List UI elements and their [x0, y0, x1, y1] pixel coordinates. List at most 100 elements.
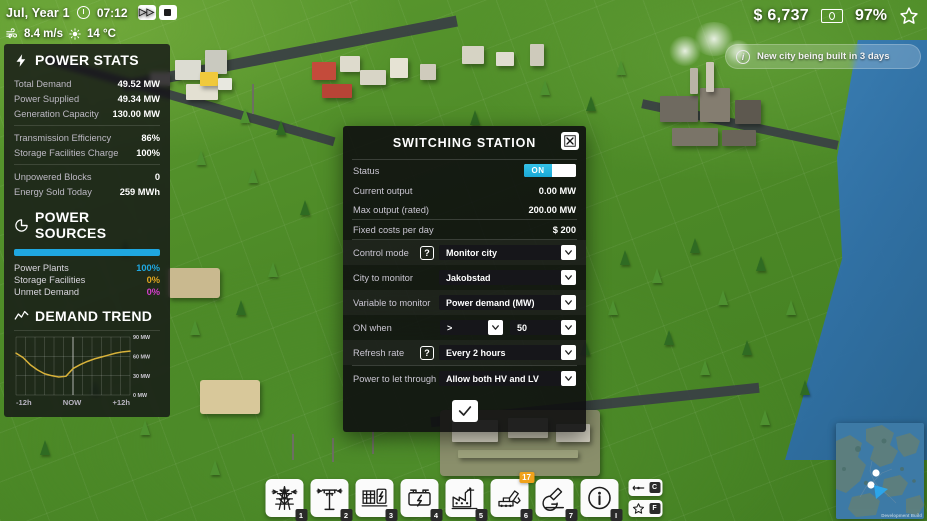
tree: [608, 300, 618, 315]
fast-forward-icon[interactable]: ▷▷: [137, 5, 156, 20]
stop-icon[interactable]: [158, 5, 177, 20]
city-to-monitor-dropdown[interactable]: Jakobstad: [439, 270, 576, 285]
construction-tool[interactable]: 17 6: [490, 472, 534, 521]
help-icon[interactable]: ?: [420, 345, 434, 360]
keybind-badge: 3: [385, 509, 397, 521]
max-output-value: 200.00 MW: [528, 204, 576, 215]
building: [458, 450, 578, 458]
on-when-threshold-field[interactable]: 50: [510, 320, 576, 335]
building: [700, 88, 730, 122]
power-sources-header: POWER SOURCES: [14, 209, 160, 241]
tree: [620, 250, 630, 265]
connections-tool[interactable]: C: [628, 479, 662, 496]
minimap-svg: [836, 423, 924, 519]
svg-text:60 MW: 60 MW: [133, 355, 151, 361]
tree: [236, 300, 246, 315]
building: [690, 68, 698, 94]
power-pole-tool[interactable]: 2: [310, 479, 352, 521]
chevron-down-icon[interactable]: [561, 345, 576, 360]
chevron-down-icon[interactable]: [561, 371, 576, 386]
chevron-down-icon[interactable]: [561, 245, 576, 260]
keybind-badge: 1: [295, 509, 307, 521]
building: [672, 128, 718, 146]
building: [200, 72, 218, 86]
status-toggle[interactable]: ON: [524, 164, 576, 177]
keybind-badge: C: [649, 482, 660, 493]
on-when-operator-dropdown[interactable]: >: [440, 320, 503, 335]
building: [168, 268, 220, 298]
confirm-button[interactable]: [451, 400, 478, 422]
build-toolbar[interactable]: 1 2 3 4 5 17 6 7 I C F: [265, 472, 662, 521]
battery-tool[interactable]: 4: [400, 479, 442, 521]
tree: [140, 420, 150, 435]
stat-row: Total Demand 49.52 MW: [14, 76, 160, 91]
keybind-badge: 2: [340, 509, 352, 521]
sun-icon: [69, 27, 81, 40]
building: [200, 380, 260, 414]
legend-value: 0%: [146, 287, 160, 297]
stat-row: Power Supplied 49.34 MW: [14, 91, 160, 106]
control-mode-dropdown[interactable]: Monitor city: [439, 245, 576, 260]
power-let-through-dropdown[interactable]: Allow both HV and LV: [439, 371, 576, 386]
toggle-state-label: ON: [524, 164, 552, 177]
tree: [800, 380, 810, 395]
variable-to-monitor-label: Variable to monitor: [353, 297, 431, 308]
svg-text:0 MW: 0 MW: [133, 393, 148, 397]
info-icon: i: [736, 49, 750, 64]
resource-bar: $ 6,737 97%: [753, 6, 919, 26]
tree: [756, 256, 766, 271]
power-pylon: [252, 84, 254, 114]
substation-tool[interactable]: 3: [355, 479, 397, 521]
chevron-down-icon[interactable]: [561, 295, 576, 310]
mini-toolbar[interactable]: C F: [628, 479, 662, 517]
wind-speed: 8.4 m/s: [24, 27, 63, 40]
microscope-icon: [541, 487, 564, 511]
building: [186, 84, 218, 100]
stat-label: Unpowered Blocks: [14, 171, 92, 182]
help-icon[interactable]: ?: [420, 245, 434, 260]
chevron-down-icon[interactable]: [488, 320, 503, 335]
tree: [240, 108, 250, 123]
speed-controls[interactable]: ▷▷: [137, 5, 177, 20]
switching-station-dialog[interactable]: SWITCHING STATION Status ON Current outp…: [343, 126, 586, 432]
refresh-rate-row: Refresh rate ? Every 2 hours: [343, 340, 586, 365]
on-when-label: ON when: [353, 322, 392, 333]
building: [360, 70, 386, 85]
stat-label: Transmission Efficiency: [14, 132, 112, 143]
divider: [14, 164, 160, 165]
stat-label: Power Supplied: [14, 93, 80, 104]
refresh-rate-dropdown[interactable]: Every 2 hours: [439, 345, 576, 360]
current-output-value: 0.00 MW: [538, 185, 576, 196]
variable-to-monitor-row: Variable to monitor Power demand (MW): [343, 290, 586, 315]
power-tower-tool[interactable]: 1: [265, 479, 307, 521]
divider: [14, 125, 160, 126]
power-let-through-label: Power to let through: [353, 373, 437, 384]
dialog-title: SWITCHING STATION: [392, 136, 537, 150]
tree: [190, 320, 200, 335]
tree: [652, 268, 662, 283]
notification-toast[interactable]: i New city being built in 3 days: [725, 44, 921, 69]
substation-icon: [361, 488, 387, 507]
control-mode-value: Monitor city: [446, 247, 497, 258]
close-icon[interactable]: [561, 132, 579, 150]
cash-icon: [820, 9, 843, 23]
status-row: Status ON: [343, 160, 586, 181]
bar-segment-power-plants: [14, 249, 160, 256]
legend-label: Storage Facilities: [14, 275, 86, 285]
research-tool[interactable]: 7: [535, 479, 577, 521]
tree: [470, 110, 480, 125]
favorites-tool[interactable]: F: [628, 500, 662, 517]
power-plant-tool[interactable]: 5: [445, 479, 487, 521]
tree: [196, 150, 206, 165]
minimap[interactable]: Development Build: [836, 423, 924, 519]
legend-row: Unmet Demand 0%: [14, 286, 160, 298]
variable-to-monitor-dropdown[interactable]: Power demand (MW): [439, 295, 576, 310]
info-tool[interactable]: I: [580, 479, 622, 521]
city-to-monitor-value: Jakobstad: [446, 272, 491, 283]
chevron-down-icon[interactable]: [561, 320, 576, 335]
tree: [40, 440, 50, 455]
temperature: 14 °C: [87, 27, 116, 40]
control-mode-label: Control mode: [353, 247, 409, 258]
connection-icon: [632, 485, 644, 490]
chevron-down-icon[interactable]: [561, 270, 576, 285]
